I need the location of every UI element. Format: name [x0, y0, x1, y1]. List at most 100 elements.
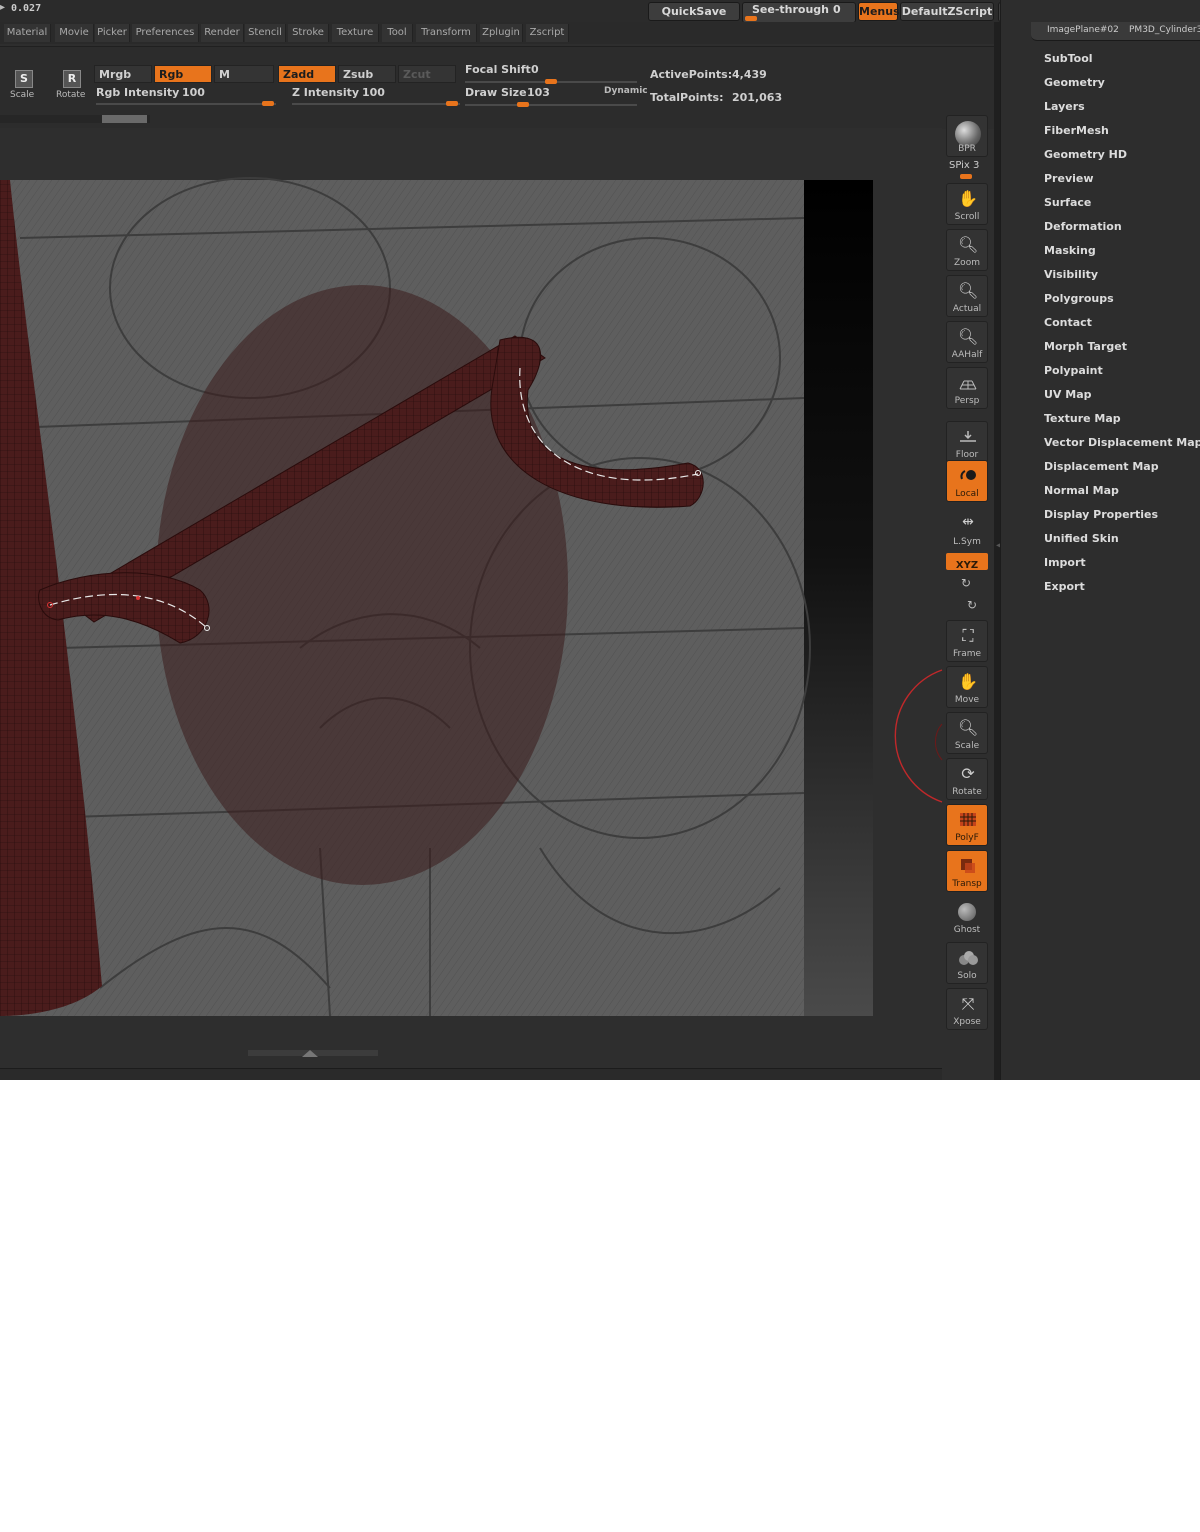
- see-through-knob[interactable]: [745, 16, 757, 21]
- local-label: Local: [955, 489, 979, 499]
- palette-fibermesh[interactable]: FiberMesh: [1044, 119, 1109, 143]
- rgb-button[interactable]: Rgb: [154, 65, 212, 83]
- move-button[interactable]: ✋ Move: [946, 666, 988, 708]
- zcut-button[interactable]: Zcut: [398, 65, 456, 83]
- xyz-label: XYZ: [955, 560, 979, 571]
- draw-size-value: 103: [527, 86, 550, 99]
- palette-preview[interactable]: Preview: [1044, 167, 1094, 191]
- menu-zplugin[interactable]: Zplugin: [480, 24, 523, 42]
- spix-knob[interactable]: [960, 174, 972, 179]
- rgb-intensity-slider[interactable]: Rgb Intensity 100: [96, 86, 276, 106]
- rotate-y-icon[interactable]: ↻: [961, 576, 971, 590]
- solo-button[interactable]: Solo: [946, 942, 988, 984]
- document-edge-gradient: [804, 180, 873, 1016]
- ghost-button[interactable]: Ghost: [946, 896, 988, 938]
- palette-displacement-map[interactable]: Displacement Map: [1044, 455, 1159, 479]
- persp-button[interactable]: Persp: [946, 367, 988, 409]
- menu-picker[interactable]: Picker: [95, 24, 130, 42]
- floor-button[interactable]: Floor: [946, 421, 988, 463]
- palette-vector-displacement-map[interactable]: Vector Displacement Map: [1044, 431, 1200, 455]
- default-zscript-button[interactable]: DefaultZScript: [900, 2, 994, 21]
- palette-visibility[interactable]: Visibility: [1044, 263, 1098, 287]
- bottom-shelf: [0, 1068, 942, 1080]
- palette-surface[interactable]: Surface: [1044, 191, 1091, 215]
- actual-button[interactable]: 🔍︎ Actual: [946, 275, 988, 317]
- m-button[interactable]: M: [214, 65, 274, 83]
- palette-subtool[interactable]: SubTool: [1044, 47, 1093, 71]
- thumb-cylinder[interactable]: PM3D_Cylinder3: [1129, 25, 1200, 35]
- menu-zscript[interactable]: Zscript: [526, 24, 569, 42]
- curve-left-mid[interactable]: [136, 596, 140, 600]
- transp-button[interactable]: Transp: [946, 850, 988, 892]
- palette-display-properties[interactable]: Display Properties: [1044, 503, 1158, 527]
- menu-stroke[interactable]: Stroke: [288, 24, 329, 42]
- z-intensity-slider[interactable]: Z Intensity 100: [292, 86, 460, 106]
- scroll-label: Scroll: [954, 212, 980, 222]
- thumb-imageplane[interactable]: ImagePlane#02: [1047, 25, 1119, 35]
- local-button[interactable]: Local: [946, 460, 988, 502]
- total-points-value: 201,063: [732, 91, 783, 104]
- palette-geometry-hd[interactable]: Geometry HD: [1044, 143, 1127, 167]
- xyz-button[interactable]: XYZ: [946, 553, 988, 571]
- menu-movie[interactable]: Movie: [55, 24, 94, 42]
- palette-deformation[interactable]: Deformation: [1044, 215, 1122, 239]
- scale-icon: S: [15, 70, 33, 88]
- scale-tool-button[interactable]: S Scale: [8, 70, 38, 104]
- frame-button[interactable]: ⛶ Frame: [946, 620, 988, 662]
- bpr-button[interactable]: BPR: [946, 115, 988, 157]
- mrgb-button[interactable]: Mrgb: [94, 65, 152, 83]
- menu-transform[interactable]: Transform: [416, 24, 477, 42]
- see-through-slider[interactable]: See-through 0: [742, 2, 856, 23]
- persp-label: Persp: [954, 396, 980, 406]
- lsym-button[interactable]: ⇹ L.Sym: [946, 508, 988, 550]
- zadd-button[interactable]: Zadd: [278, 65, 336, 83]
- rotate-z-icon[interactable]: ↻: [967, 598, 977, 612]
- zsub-button[interactable]: Zsub: [338, 65, 396, 83]
- focal-shift-knob[interactable]: [545, 79, 557, 84]
- z-intensity-knob[interactable]: [446, 101, 458, 106]
- quicksave-button[interactable]: QuickSave: [648, 2, 740, 21]
- dynamic-toggle[interactable]: Dynamic: [604, 86, 648, 96]
- palette-masking[interactable]: Masking: [1044, 239, 1096, 263]
- document-canvas[interactable]: [0, 128, 942, 1068]
- scroll-button[interactable]: ✋ Scroll: [946, 183, 988, 225]
- palette-export[interactable]: Export: [1044, 575, 1085, 599]
- see-through-label: See-through: [752, 3, 830, 16]
- shelf-scrollbar[interactable]: [0, 115, 150, 123]
- rgb-intensity-knob[interactable]: [262, 101, 274, 106]
- draw-size-slider[interactable]: Draw Size 103 Dynamic: [465, 86, 648, 108]
- scale-view-button[interactable]: 🔍︎ Scale: [946, 712, 988, 754]
- draw-size-label: Draw Size: [465, 86, 527, 99]
- palette-unified-skin[interactable]: Unified Skin: [1044, 527, 1119, 551]
- palette-polypaint[interactable]: Polypaint: [1044, 359, 1103, 383]
- menus-button[interactable]: Menus: [858, 2, 900, 21]
- palette-texture-map[interactable]: Texture Map: [1044, 407, 1121, 431]
- palette-normal-map[interactable]: Normal Map: [1044, 479, 1119, 503]
- menu-material[interactable]: Material: [4, 24, 51, 42]
- palette-geometry[interactable]: Geometry: [1044, 71, 1105, 95]
- rotate-view-button[interactable]: ⟳ Rotate: [946, 758, 988, 800]
- rotate-tool-button[interactable]: R Rotate: [54, 70, 88, 104]
- palette-morph-target[interactable]: Morph Target: [1044, 335, 1127, 359]
- palette-import[interactable]: Import: [1044, 551, 1086, 575]
- menu-render[interactable]: Render: [201, 24, 244, 42]
- spix-slider[interactable]: SPix 3: [946, 160, 988, 180]
- z-intensity-label: Z Intensity: [292, 86, 360, 99]
- menu-stencil[interactable]: Stencil: [245, 24, 286, 42]
- polyf-button[interactable]: PolyF: [946, 804, 988, 846]
- palette-layers[interactable]: Layers: [1044, 95, 1085, 119]
- palette-polygroups[interactable]: Polygroups: [1044, 287, 1114, 311]
- menu-preferences[interactable]: Preferences: [132, 24, 199, 42]
- zoom-button[interactable]: 🔍︎ Zoom: [946, 229, 988, 271]
- shelf-scroll-thumb[interactable]: [102, 115, 147, 123]
- aahalf-button[interactable]: 🔍︎ AAHalf: [946, 321, 988, 363]
- palette-contact[interactable]: Contact: [1044, 311, 1092, 335]
- focal-shift-slider[interactable]: Focal Shift 0: [465, 63, 637, 85]
- menu-tool[interactable]: Tool: [382, 24, 413, 42]
- menu-texture[interactable]: Texture: [332, 24, 379, 42]
- solo-spheres-icon: [959, 951, 978, 965]
- draw-size-knob[interactable]: [517, 102, 529, 107]
- polyf-label: PolyF: [955, 833, 979, 843]
- xpose-button[interactable]: ⤧ Xpose: [946, 988, 988, 1030]
- palette-uv-map[interactable]: UV Map: [1044, 383, 1092, 407]
